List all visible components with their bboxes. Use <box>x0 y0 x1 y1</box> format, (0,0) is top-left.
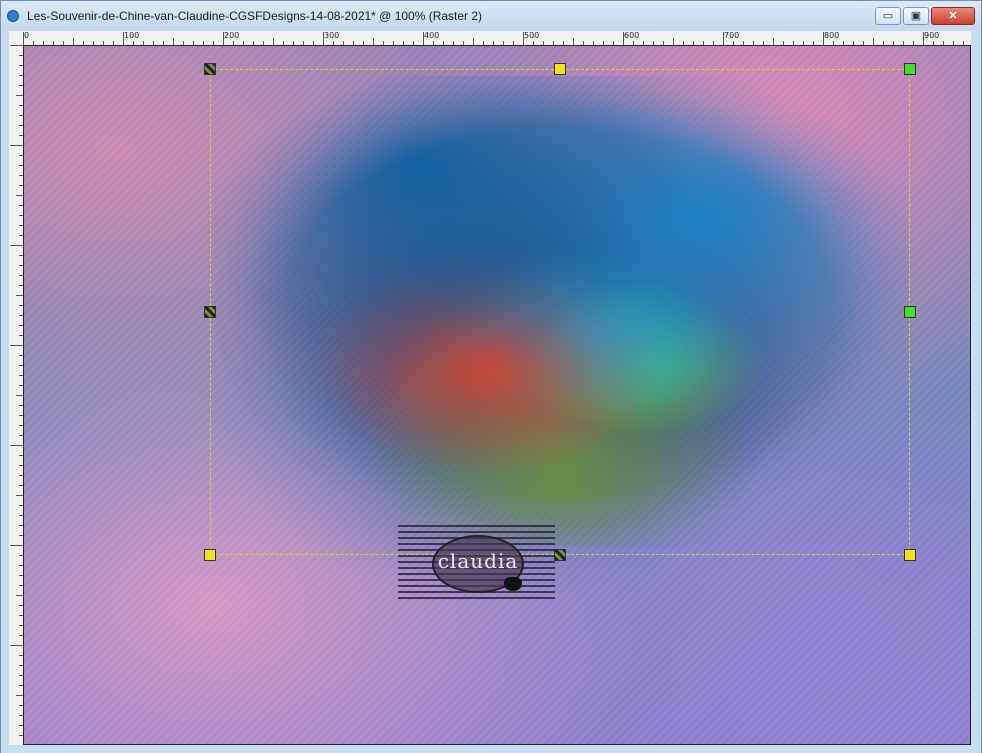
rotate-handle[interactable] <box>204 63 216 75</box>
ruler-label: 400 <box>424 31 440 40</box>
ruler-tick <box>10 245 23 246</box>
watermark: claudia <box>398 525 555 601</box>
resize-handle-top-right[interactable] <box>904 63 916 75</box>
ruler-label: 500 <box>524 31 540 40</box>
horizontal-ruler: 0 100 200 300 400 500 600 700 800 900 <box>9 31 971 46</box>
ruler-tick <box>16 95 23 96</box>
ruler-tick <box>10 645 23 646</box>
ruler-tick <box>423 32 424 45</box>
layer-bounding-box[interactable] <box>210 69 910 555</box>
ruler-tick <box>16 695 23 696</box>
resize-handle-bottom-right[interactable] <box>904 549 916 561</box>
maximize-button[interactable]: ▣ <box>903 7 929 25</box>
ruler-tick <box>10 345 23 346</box>
window-title: Les-Souvenir-de-Chine-van-Claudine-CGSFD… <box>27 9 483 23</box>
ruler-tick <box>573 38 574 45</box>
ruler-tick <box>773 38 774 45</box>
resize-handle-bottom[interactable] <box>554 549 566 561</box>
ruler-label: 700 <box>724 31 740 40</box>
ruler-tick <box>173 38 174 45</box>
window-left-border <box>1 31 9 745</box>
resize-handle-bottom-left[interactable] <box>204 549 216 561</box>
close-button[interactable]: ✕ <box>931 7 975 25</box>
ruler-tick <box>723 32 724 45</box>
title-bar[interactable]: Les-Souvenir-de-Chine-van-Claudine-CGSFD… <box>1 1 981 31</box>
ruler-tick <box>16 295 23 296</box>
ruler-label: 300 <box>324 31 340 40</box>
ruler-tick <box>873 38 874 45</box>
resize-handle-left[interactable] <box>204 306 216 318</box>
ruler-tick <box>323 32 324 45</box>
ruler-tick <box>473 38 474 45</box>
ruler-tick <box>223 32 224 45</box>
resize-handle-right[interactable] <box>904 306 916 318</box>
window-right-border <box>971 31 981 753</box>
ruler-tick <box>673 38 674 45</box>
ruler-tick <box>10 45 23 46</box>
ruler-label: 800 <box>824 31 840 40</box>
ruler-tick <box>923 32 924 45</box>
ruler-tick <box>823 32 824 45</box>
leaf-icon <box>504 577 522 591</box>
app-window: Les-Souvenir-de-Chine-van-Claudine-CGSFD… <box>0 0 982 753</box>
resize-handle-top[interactable] <box>554 63 566 75</box>
ruler-tick <box>10 145 23 146</box>
window-bottom-border <box>1 745 981 753</box>
image-canvas[interactable]: claudia <box>23 45 971 745</box>
ruler-tick <box>16 195 23 196</box>
ruler-tick <box>10 545 23 546</box>
ruler-tick <box>373 38 374 45</box>
app-icon <box>7 10 19 22</box>
ruler-label: 200 <box>224 31 240 40</box>
minimize-button[interactable]: ▭ <box>875 7 901 25</box>
ruler-label: 600 <box>624 31 640 40</box>
ruler-tick <box>623 32 624 45</box>
ruler-tick <box>23 32 24 45</box>
ruler-tick <box>10 445 23 446</box>
vertical-ruler <box>9 45 24 745</box>
watermark-oval: claudia <box>432 535 524 593</box>
ruler-tick <box>523 32 524 45</box>
ruler-tick <box>16 595 23 596</box>
ruler-tick <box>16 495 23 496</box>
ruler-tick <box>123 32 124 45</box>
ruler-label: 0 <box>24 31 30 40</box>
watermark-text: claudia <box>437 549 519 573</box>
caption-buttons: ▭ ▣ ✕ <box>875 7 975 25</box>
ruler-label: 100 <box>124 31 140 40</box>
ruler-label: 900 <box>924 31 940 40</box>
ruler-tick <box>273 38 274 45</box>
ruler-tick <box>16 395 23 396</box>
ruler-tick <box>73 38 74 45</box>
